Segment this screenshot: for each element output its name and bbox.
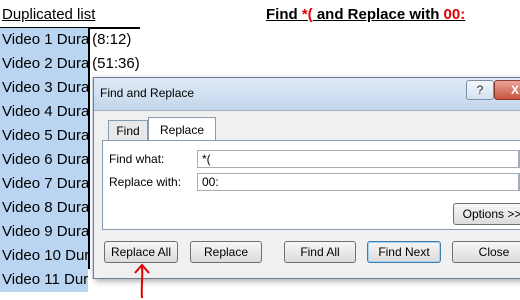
replace-with-label: Replace with:	[109, 175, 182, 189]
list-item-label: Video 6 Duration	[0, 148, 88, 172]
find-what-input[interactable]	[197, 150, 519, 168]
options-button[interactable]: Options >>	[453, 203, 520, 225]
list-item[interactable]: Video 10 Duration	[0, 244, 88, 268]
list-item[interactable]: Video 11 Duration	[0, 268, 88, 292]
list-item[interactable]: Video 6 Duration	[0, 148, 88, 172]
list-item-duration: (51:36)	[88, 55, 140, 72]
list-item[interactable]: Video 4 Duration	[0, 100, 88, 124]
replace-all-button[interactable]: Replace All	[104, 241, 178, 263]
replace-tab-panel: Find what: ▼ Replace with: ▼ Options >>	[102, 140, 520, 230]
find-next-button[interactable]: Find Next	[367, 241, 441, 263]
list-item-label: Video 3 Duration	[0, 76, 88, 100]
find-replace-dialog: Find and Replace ? X Find Replace Find w…	[93, 77, 520, 279]
close-button[interactable]: Close	[452, 241, 520, 263]
dialog-titlebar[interactable]: Find and Replace ? X	[94, 78, 520, 111]
help-button[interactable]: ?	[466, 80, 494, 100]
close-icon[interactable]: X	[494, 80, 520, 100]
list-item-label: Video 8 Duration	[0, 196, 88, 220]
dialog-title: Find and Replace	[100, 86, 195, 100]
list-item-label: Video 4 Duration	[0, 100, 88, 124]
instruction-find-value: *(	[301, 6, 313, 23]
list-item[interactable]: Video 9 Duration	[0, 220, 88, 244]
find-what-label: Find what:	[109, 152, 165, 166]
replace-button[interactable]: Replace	[190, 241, 262, 263]
instruction-text: Find *( and Replace with 00:	[266, 6, 465, 23]
list-item[interactable]: Video 7 Duration	[0, 172, 88, 196]
list-item-label: Video 11 Duration	[0, 268, 88, 292]
red-arrow-icon	[134, 263, 150, 299]
list-item-label: Video 1 Duration	[0, 28, 88, 52]
column-border	[88, 29, 90, 269]
list-item[interactable]: Video 3 Duration	[0, 76, 88, 100]
replace-with-input[interactable]	[197, 173, 519, 191]
list-item[interactable]: Video 8 Duration	[0, 196, 88, 220]
find-all-button[interactable]: Find All	[284, 241, 356, 263]
list-item-duration: (8:12)	[88, 31, 132, 48]
list-item[interactable]: Video 5 Duration	[0, 124, 88, 148]
list-item[interactable]: Video 2 Duration (51:36)	[0, 52, 140, 76]
list-title: Duplicated list	[2, 6, 96, 23]
list-item-label: Video 2 Duration	[0, 52, 88, 76]
instruction-part2: and Replace with	[312, 6, 444, 23]
list-item-label: Video 5 Duration	[0, 124, 88, 148]
tab-replace[interactable]: Replace	[148, 117, 216, 142]
instruction-part1: Find	[266, 6, 302, 23]
list-item-label: Video 10 Duration	[0, 244, 88, 268]
tab-find[interactable]: Find	[108, 120, 148, 141]
list-item[interactable]: Video 1 Duration (8:12)	[0, 28, 131, 52]
list-item-label: Video 7 Duration	[0, 172, 88, 196]
list-item-label: Video 9 Duration	[0, 220, 88, 244]
instruction-replace-value: 00:	[443, 6, 466, 23]
